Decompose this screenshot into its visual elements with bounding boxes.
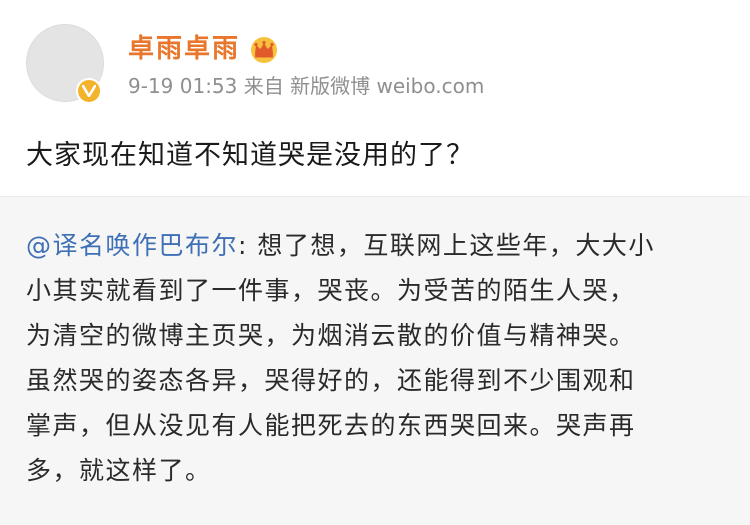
repost-line: 为清空的微博主页哭，为烟消云散的价值与精神哭。 [26,321,636,350]
repost-line: @译名唤作巴布尔: 想了想，互联网上这些年，大大小 [26,223,726,268]
post-meta: 9-19 01:53 来自 新版微博 weibo.com [128,72,484,100]
repost-text: @译名唤作巴布尔: 想了想，互联网上这些年，大大小 小其实就看到了一件事，哭丧。… [26,223,726,493]
repost-box[interactable]: @译名唤作巴布尔: 想了想，互联网上这些年，大大小 小其实就看到了一件事，哭丧。… [0,196,750,525]
repost-line: 虽然哭的姿态各异，哭得好的，还能得到不少围观和 [26,366,636,395]
mention-separator: : [238,231,258,260]
crown-icon [251,37,278,63]
mention-link[interactable]: @译名唤作巴布尔 [26,231,238,260]
repost-line: 掌声，但从没见有人能把死去的东西哭回来。哭声再 [26,411,636,440]
post-header: 卓雨卓雨 9-19 01:53 来自 新版微博 weibo.com [0,0,750,120]
post-text: 大家现在知道不知道哭是没用的了？ [26,140,474,171]
post-source: 来自 新版微博 weibo.com [243,74,485,98]
username-row: 卓雨卓雨 [128,30,280,68]
repost-line: 小其实就看到了一件事，哭丧。为受苦的陌生人哭， [26,276,636,305]
repost-line-text: 想了想，互联网上这些年，大大小 [257,231,655,260]
repost-line: 多，就这样了。 [26,456,212,485]
username[interactable]: 卓雨卓雨 [128,30,240,68]
verified-badge-icon [76,78,102,104]
post-time: 9-19 01:53 [128,74,238,98]
